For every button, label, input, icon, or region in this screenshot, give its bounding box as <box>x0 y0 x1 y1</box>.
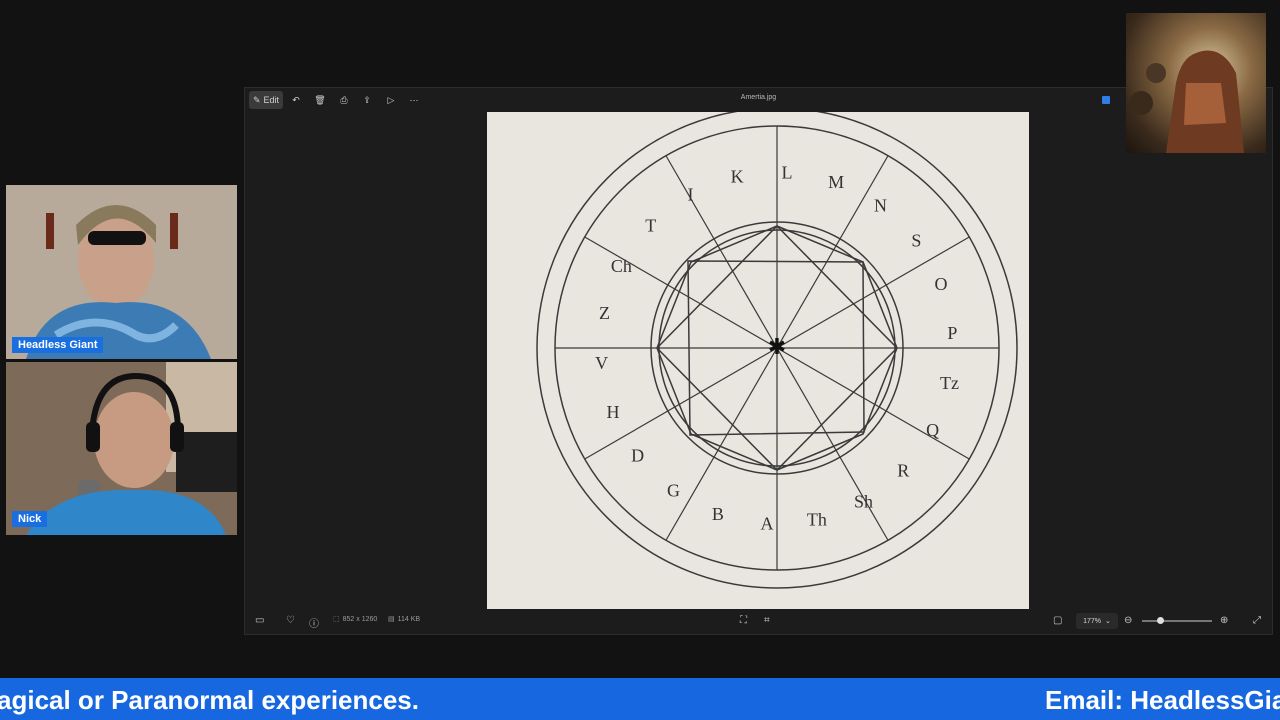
webcam-video-nick <box>6 362 237 535</box>
ring-letter: G <box>667 480 680 500</box>
file-size-icon: ▤ <box>388 616 395 623</box>
actual-size-icon: ▢ <box>1053 615 1063 626</box>
heart-icon: ♡ <box>286 615 295 626</box>
zoom-in-icon: ⊕ <box>1220 615 1229 626</box>
ring-letter: A <box>760 514 773 534</box>
ring-letter: Tz <box>940 373 959 393</box>
ring-letter: H <box>606 402 619 422</box>
dimensions-text: 852 x 1260 <box>342 615 378 623</box>
ring-letter: Q <box>926 420 939 440</box>
file-name: Amertia.jpg <box>740 94 777 101</box>
info-button[interactable]: ⓘ <box>309 615 319 630</box>
ring-letter: S <box>911 231 921 251</box>
ring-letter: Ch <box>611 256 632 276</box>
viewer-statusbar: ▭ ♡ ⓘ ⬚ 852 x 1260 ▤ 114 KB ⛶ ⌗ ▢ 177% ⌄… <box>245 608 1272 634</box>
webcam-tile-nick: Nick <box>6 362 237 535</box>
viewer-titlebar: ✎ Edit ↶ 🗑 ⎙ ⇪ ▷ ⋯ Amertia.jpg <box>245 88 1272 112</box>
chevron-down-icon: ⌄ <box>1105 618 1111 625</box>
actual-size-button[interactable]: ▢ <box>1053 615 1062 626</box>
ticker-text-right: Email: HeadlessGian <box>1045 685 1280 715</box>
image-dimensions: ⬚ 852 x 1260 <box>333 615 378 624</box>
image-canvas[interactable]: A B G D H V Z Ch T I K L M N S O P Tz Q R Sh Th ✱ <box>487 112 1029 609</box>
ticker-text-left: agical or Paranormal experiences. <box>0 685 419 715</box>
zoom-in-button[interactable]: ⊕ <box>1220 615 1228 626</box>
favorite-button[interactable]: ♡ <box>286 615 295 626</box>
webcam-video-headless-giant <box>6 185 237 359</box>
file-size: ▤ 114 KB <box>388 615 421 624</box>
ring-letter: P <box>947 323 957 343</box>
fullscreen-icon: ⤢ <box>1253 615 1261 626</box>
zoom-out-button[interactable]: ⊖ <box>1124 615 1132 626</box>
ring-letter: Sh <box>854 491 873 511</box>
webcam-tile-headless-giant: Headless Giant <box>6 185 237 359</box>
crop-icon: ⌗ <box>764 615 770 626</box>
zoom-level-dropdown[interactable]: 177% ⌄ <box>1076 613 1118 629</box>
ring-letter: N <box>874 196 887 216</box>
ring-letter: O <box>935 274 948 294</box>
fit-icon: ⛶ <box>740 615 747 626</box>
ring-letter: M <box>828 172 844 192</box>
dimensions-icon: ⬚ <box>333 616 340 623</box>
info-icon: ⓘ <box>309 619 319 630</box>
ring-letter: R <box>897 461 909 481</box>
fit-button[interactable]: ⛶ <box>740 615 747 626</box>
app-badge-icon <box>1102 96 1110 104</box>
zoom-slider[interactable] <box>1142 617 1212 624</box>
warrior-artwork <box>1129 50 1244 153</box>
participant-name-tag: Nick <box>12 511 48 527</box>
crop-button[interactable]: ⌗ <box>764 615 770 626</box>
ring-letter: V <box>595 353 608 373</box>
filmstrip-icon: ▭ <box>255 615 265 626</box>
ring-letter: K <box>731 167 744 187</box>
fullscreen-button[interactable]: ⤢ <box>1253 615 1261 626</box>
zoom-level-text: 177% <box>1083 617 1102 625</box>
ring-letter: L <box>782 162 793 182</box>
zoom-slider-thumb[interactable] <box>1157 617 1164 624</box>
filmstrip-button[interactable]: ▭ <box>255 615 264 626</box>
ring-letter: D <box>631 445 644 465</box>
channel-logo-image <box>1126 13 1266 153</box>
participant-name-tag: Headless Giant <box>12 337 104 353</box>
ring-letter: Th <box>807 509 827 529</box>
file-size-text: 114 KB <box>397 615 421 623</box>
zoom-out-icon: ⊖ <box>1124 615 1133 626</box>
sigil-drawing: A B G D H V Z Ch T I K L M N S O P Tz Q R Sh Th ✱ <box>536 112 1018 589</box>
ring-letter: I <box>687 185 693 205</box>
news-ticker: agical or Paranormal experiences. Email:… <box>0 678 1280 720</box>
ring-letter: B <box>712 504 724 524</box>
ring-letter: Z <box>599 303 610 323</box>
center-cross-icon: ✱ <box>768 334 786 359</box>
photo-viewer-window: ✎ Edit ↶ 🗑 ⎙ ⇪ ▷ ⋯ Amertia.jpg A B G D H V Z Ch… <box>244 87 1273 635</box>
ring-letter: T <box>645 215 656 235</box>
